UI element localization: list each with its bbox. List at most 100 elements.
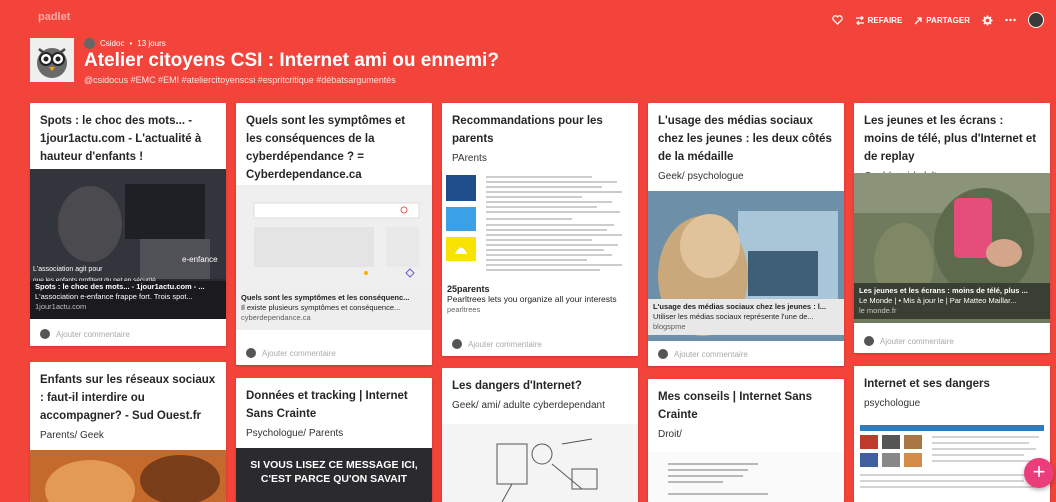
post-preview[interactable]: SI VOUS LISEZ CE MESSAGE ICI, C'EST PARC… — [236, 448, 432, 502]
remix-button[interactable]: REFAIRE — [855, 15, 903, 25]
preview-caption: L'usage des médias sociaux chez les jeun… — [648, 299, 844, 335]
commenter-avatar — [40, 329, 50, 339]
post-title[interactable]: Internet et ses dangers — [864, 375, 1040, 393]
post-card[interactable]: Les jeunes et les écrans : moins de télé… — [854, 103, 1050, 353]
post-preview[interactable] — [442, 424, 638, 502]
caption-source: blogspme — [653, 322, 686, 331]
post-title[interactable]: Recommandations pour les parents — [452, 112, 628, 148]
post-body: Droit/ — [658, 429, 682, 440]
more-button[interactable] — [1005, 18, 1016, 22]
top-bar: padlet REFAIRE PARTAGER — [0, 0, 1056, 40]
author-name[interactable]: Csidoc — [100, 39, 124, 48]
caption-title: Spots : le choc des mots... - 1jour1actu… — [35, 282, 205, 291]
post-card[interactable]: Internet et ses dangers psychologue — [854, 366, 1050, 502]
add-comment-label: Ajouter commentaire — [56, 329, 130, 339]
post-title[interactable]: Les jeunes et les écrans : moins de télé… — [864, 112, 1040, 166]
post-body: Psychologue/ Parents — [246, 428, 344, 439]
add-post-button[interactable]: + — [1024, 458, 1054, 488]
add-comment[interactable]: Ajouter commentaire — [658, 349, 748, 359]
page-title: Atelier citoyens CSI : Internet ami ou e… — [84, 50, 499, 71]
caption-title: Les jeunes et les écrans : moins de télé… — [859, 286, 1028, 295]
meta-separator: • — [129, 39, 133, 48]
post-card[interactable]: Recommandations pour les parents PArents — [442, 103, 638, 356]
post-title[interactable]: Mes conseils | Internet Sans Crainte — [658, 388, 834, 424]
caption-source: le monde.fr — [859, 306, 897, 315]
share-icon — [914, 16, 922, 24]
post-preview[interactable] — [648, 452, 844, 502]
page-hashtags: @csidocus #EMC #EMI #ateliercitoyenscsi … — [84, 75, 396, 85]
post-body: Parents/ Geek — [40, 430, 104, 441]
settings-button[interactable] — [982, 14, 993, 26]
post-title[interactable]: Données et tracking | Internet Sans Crai… — [246, 387, 422, 423]
post-preview[interactable]: Les jeunes et les écrans : moins de télé… — [854, 173, 1050, 323]
brand-logo[interactable]: padlet — [38, 11, 70, 23]
post-preview[interactable]: Quels sont les symptômes et les conséque… — [236, 185, 432, 330]
commenter-avatar — [658, 349, 668, 359]
post-preview[interactable] — [854, 421, 1050, 502]
post-title[interactable]: Spots : le choc des mots... - 1jour1actu… — [40, 112, 216, 166]
post-card[interactable]: L'usage des médias sociaux chez les jeun… — [648, 103, 844, 366]
post-preview[interactable] — [30, 450, 226, 502]
post-card[interactable]: Les dangers d'Internet? Geek/ ami/ adult… — [442, 368, 638, 502]
post-card[interactable]: Données et tracking | Internet Sans Crai… — [236, 378, 432, 502]
share-button[interactable]: PARTAGER — [914, 16, 970, 25]
post-preview[interactable]: L'usage des médias sociaux chez les jeun… — [648, 191, 844, 341]
post-title[interactable]: Quels sont les symptômes et les conséque… — [246, 112, 422, 184]
caption-title: Quels sont les symptômes et les conséque… — [241, 293, 410, 302]
post-card[interactable]: Enfants sur les réseaux sociaux : faut-i… — [30, 362, 226, 502]
preview-caption: Les jeunes et les écrans : moins de télé… — [854, 283, 1050, 319]
commenter-avatar — [246, 348, 256, 358]
caption-title: 25parents — [447, 284, 490, 294]
post-title[interactable]: Enfants sur les réseaux sociaux : faut-i… — [40, 371, 216, 425]
commenter-avatar — [452, 339, 462, 349]
author-avatar — [84, 38, 95, 49]
post-preview[interactable] — [442, 169, 638, 279]
preview-text: SI VOUS LISEZ CE MESSAGE ICI, — [250, 459, 418, 471]
post-body: PArents — [452, 153, 487, 164]
preview-brand: e-enfance — [182, 255, 218, 264]
add-comment-label: Ajouter commentaire — [468, 339, 542, 349]
add-comment-label: Ajouter commentaire — [262, 348, 336, 358]
gear-icon — [982, 14, 993, 26]
add-comment-label: Ajouter commentaire — [880, 336, 954, 346]
caption-source: cyberdependance.ca — [241, 313, 311, 322]
add-comment[interactable]: Ajouter commentaire — [40, 329, 130, 339]
remix-icon — [855, 15, 864, 25]
preview-caption: 25parents Pearltrees lets you organize a… — [442, 281, 638, 318]
padlet-owl-avatar — [30, 38, 74, 82]
caption-desc: Utiliser les médias sociaux représente l… — [653, 312, 814, 321]
add-comment[interactable]: Ajouter commentaire — [246, 348, 336, 358]
remix-label: REFAIRE — [867, 15, 903, 25]
top-actions: REFAIRE PARTAGER — [831, 12, 1044, 28]
post-preview[interactable]: L'association agit pour que les enfants … — [30, 169, 226, 319]
post-title[interactable]: Les dangers d'Internet? — [452, 377, 628, 395]
add-comment[interactable]: Ajouter commentaire — [452, 339, 542, 349]
post-card[interactable]: Spots : le choc des mots... - 1jour1actu… — [30, 103, 226, 346]
more-icon — [1005, 18, 1016, 22]
preview-caption: Quels sont les symptômes et les conséque… — [236, 290, 432, 326]
commenter-avatar — [864, 336, 874, 346]
user-avatar[interactable] — [1028, 12, 1044, 28]
post-body: psychologue — [864, 398, 921, 409]
caption-title: L'usage des médias sociaux chez les jeun… — [653, 302, 827, 311]
caption-source: 1jour1actu.com — [35, 302, 87, 311]
post-time: 13 jours — [137, 39, 166, 48]
caption-desc: Le Monde | • Mis à jour le | Par Matteo … — [859, 296, 1017, 305]
caption-desc: L'association e-enfance frappe fort. Tro… — [35, 292, 193, 301]
add-comment-label: Ajouter commentaire — [674, 349, 748, 359]
post-card[interactable]: Quels sont les symptômes et les conséque… — [236, 103, 432, 365]
caption-desc: Il existe plusieurs symptômes et conséqu… — [241, 303, 401, 312]
add-comment[interactable]: Ajouter commentaire — [864, 336, 954, 346]
preview-text: C'EST PARCE QU'ON SAVAIT — [260, 473, 408, 485]
like-button[interactable] — [831, 15, 843, 25]
author-meta: Csidoc • 13 jours — [84, 38, 166, 49]
preview-text: L'association agit pour — [33, 266, 103, 273]
post-body: Geek/ ami/ adulte cyberdependant — [452, 400, 605, 411]
share-label: PARTAGER — [926, 15, 970, 25]
padlet-header: Csidoc • 13 jours Atelier citoyens CSI :… — [30, 36, 1030, 90]
post-body: Geek/ psychologue — [658, 171, 744, 182]
caption-source: pearltrees — [447, 305, 481, 314]
post-title[interactable]: L'usage des médias sociaux chez les jeun… — [658, 112, 834, 166]
preview-caption: Spots : le choc des mots... - 1jour1actu… — [30, 279, 226, 315]
post-card[interactable]: Mes conseils | Internet Sans Crainte Dro… — [648, 379, 844, 502]
